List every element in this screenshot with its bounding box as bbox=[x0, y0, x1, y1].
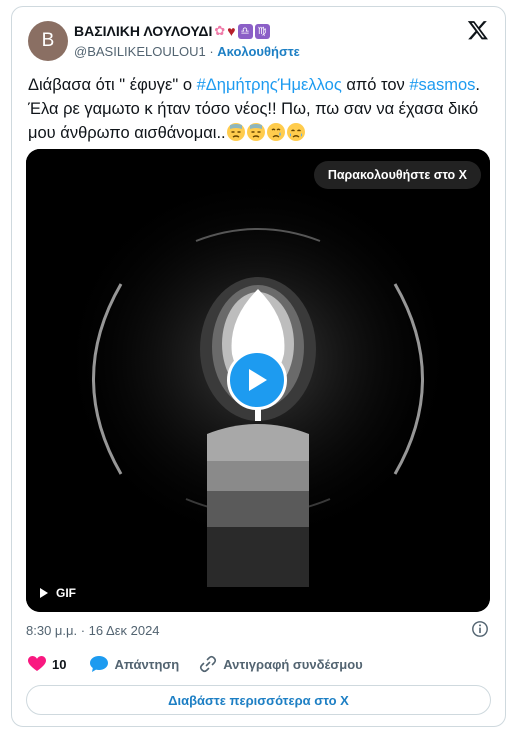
link-icon bbox=[200, 655, 217, 673]
like-button[interactable]: 10 bbox=[28, 656, 66, 672]
gif-label: GIF bbox=[56, 586, 76, 600]
sad-relieved-face-icon bbox=[286, 121, 306, 145]
crying-face-icon bbox=[266, 121, 286, 145]
follow-button[interactable]: Ακολουθήστε bbox=[217, 44, 300, 59]
gif-badge[interactable]: GIF bbox=[40, 586, 76, 600]
separator: · bbox=[205, 44, 218, 59]
play-button[interactable] bbox=[227, 350, 287, 410]
red-heart-icon: ♥ bbox=[227, 23, 236, 39]
author-name[interactable]: ΒΑΣΙΛΙΚΗ ΛΟΥΛΟΥΔΙ bbox=[74, 23, 212, 39]
hashtag-dimitris[interactable]: #ΔημήτρηςΉμελλος bbox=[197, 76, 342, 94]
like-count: 10 bbox=[52, 656, 67, 672]
x-logo-icon[interactable] bbox=[467, 19, 489, 41]
watch-on-x-button[interactable]: Παρακολουθήστε στο X bbox=[313, 161, 481, 189]
reply-button[interactable]: Απάντηση bbox=[90, 656, 179, 672]
tweet-text: Διάβασα ότι " έφυγε" ο #ΔημήτρηςΉμελλος … bbox=[28, 73, 490, 145]
action-bar: 10 Απάντηση Αντιγραφή συνδέσμου bbox=[28, 655, 363, 673]
copy-link-button[interactable]: Αντιγραφή συνδέσμου bbox=[199, 655, 363, 673]
author-handle[interactable]: @BASILIKELOULOU1 bbox=[74, 44, 206, 59]
media-gif[interactable]: Παρακολουθήστε στο X GIF bbox=[26, 149, 490, 612]
cherry-blossom-icon: ✿ bbox=[214, 23, 226, 38]
downcast-face-icon bbox=[246, 121, 266, 145]
read-more-button[interactable]: Διαβάστε περισσότερα στο X bbox=[26, 685, 491, 715]
reply-bubble-icon bbox=[90, 656, 109, 672]
hashtag-sasmos[interactable]: #sasmos bbox=[409, 76, 475, 94]
reply-label: Απάντηση bbox=[114, 656, 180, 672]
libra-icon: ♎ bbox=[237, 23, 253, 39]
avatar[interactable]: B bbox=[28, 21, 68, 61]
downcast-face-icon bbox=[226, 121, 246, 145]
tweet-text-part1: Διάβασα ότι " έφυγε" ο bbox=[28, 76, 197, 94]
info-icon[interactable] bbox=[471, 620, 489, 638]
timestamp[interactable]: 8:30 μ.μ. · 16 Δεκ 2024 bbox=[26, 623, 160, 638]
author-name-row[interactable]: ΒΑΣΙΛΙΚΗ ΛΟΥΛΟΥΔΙ ✿ ♥ ♎ ♍ bbox=[74, 23, 270, 39]
heart-icon bbox=[28, 656, 46, 671]
virgo-icon: ♍ bbox=[254, 23, 270, 39]
copy-link-label: Αντιγραφή συνδέσμου bbox=[223, 656, 363, 672]
play-small-icon bbox=[40, 588, 48, 598]
tweet-text-part2: από τον bbox=[341, 76, 410, 94]
name-emojis: ✿ ♥ ♎ ♍ bbox=[214, 23, 270, 39]
play-icon bbox=[249, 369, 267, 391]
tweet-card: B ΒΑΣΙΛΙΚΗ ΛΟΥΛΟΥΔΙ ✿ ♥ ♎ ♍ @BASILIKELOU… bbox=[11, 6, 506, 727]
handle-row: @BASILIKELOULOU1 · Ακολουθήστε bbox=[74, 44, 300, 59]
